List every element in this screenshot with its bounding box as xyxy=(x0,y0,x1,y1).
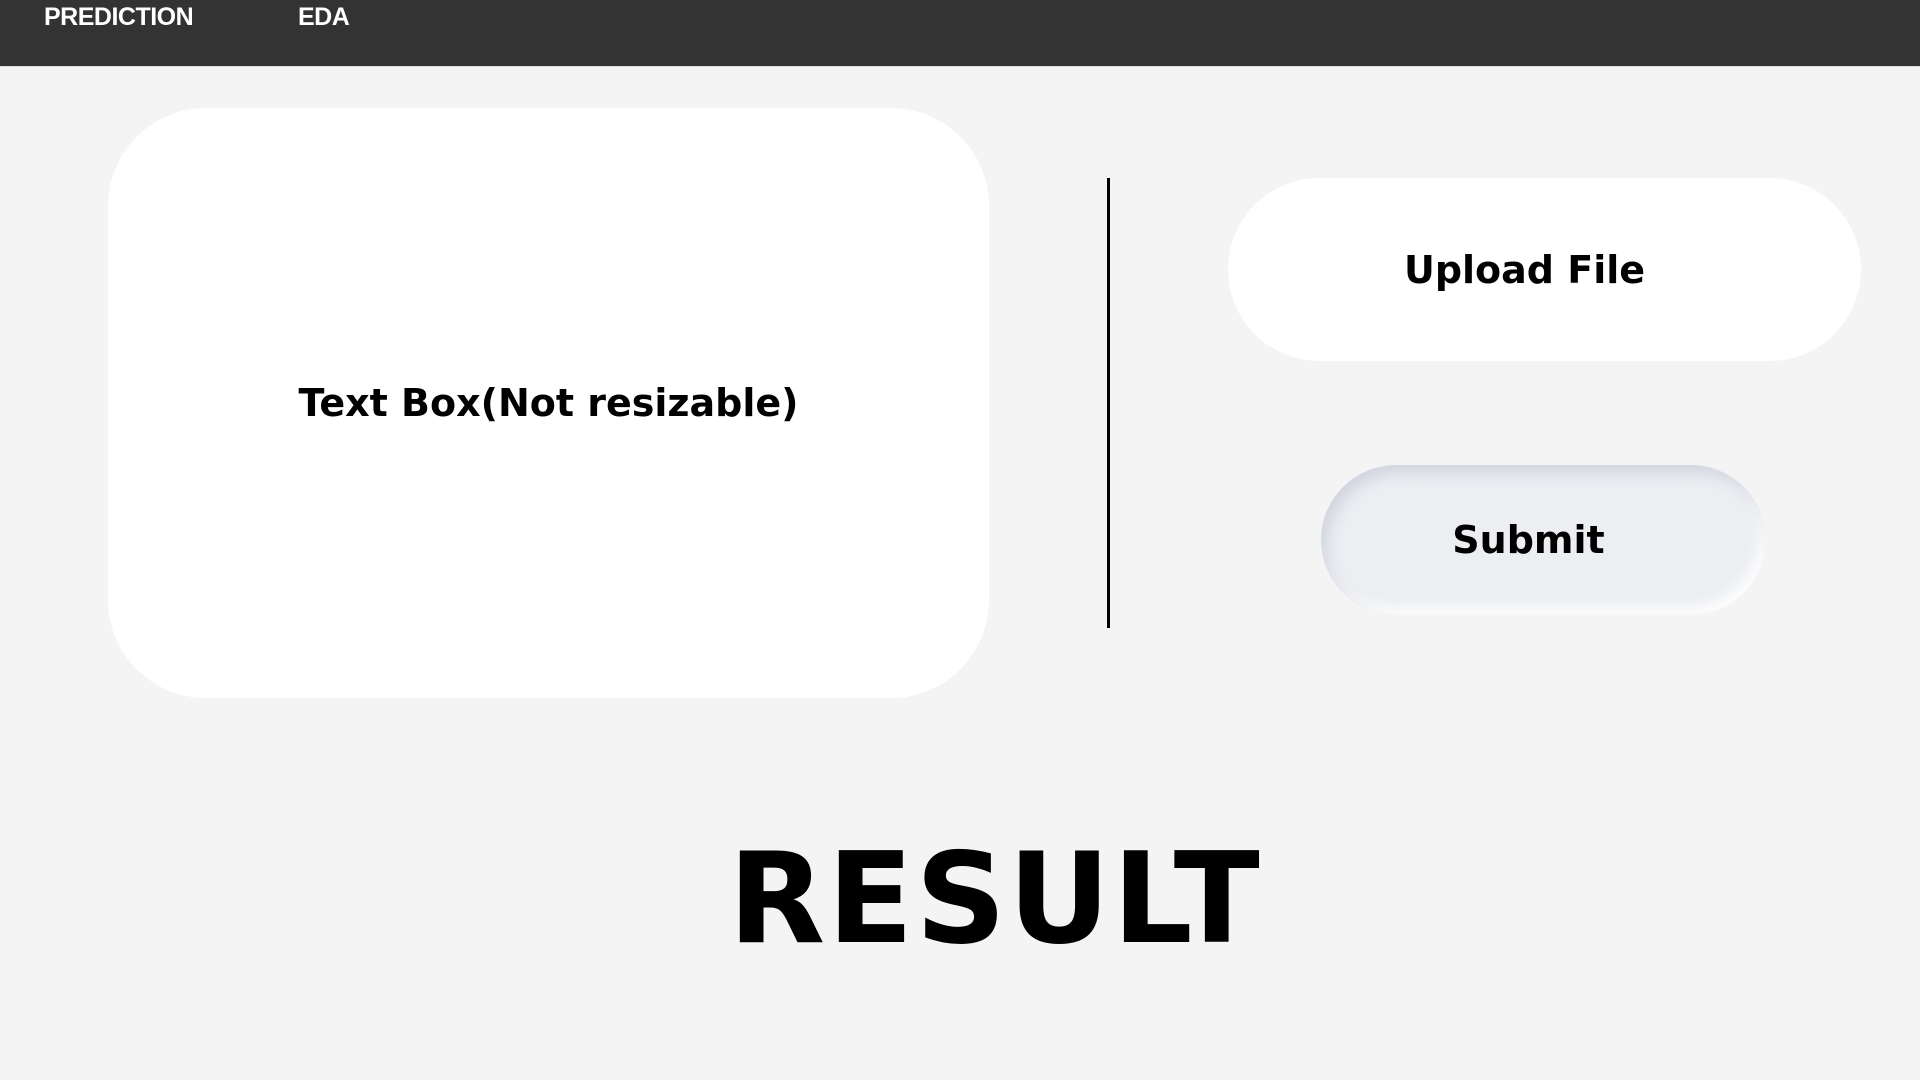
upload-file-button[interactable]: Upload File xyxy=(1228,178,1861,361)
upload-file-label: Upload File xyxy=(1403,247,1646,292)
submit-button[interactable]: Submit xyxy=(1321,465,1766,615)
vertical-divider xyxy=(1107,178,1110,628)
top-navbar: PREDICTION EDA xyxy=(0,0,1920,67)
nav-item-prediction[interactable]: PREDICTION xyxy=(44,3,194,32)
submit-label: Submit xyxy=(1452,518,1605,562)
text-box[interactable]: Text Box(Not resizable) xyxy=(108,108,989,698)
text-box-label: Text Box(Not resizable) xyxy=(298,381,799,425)
nav-item-eda[interactable]: EDA xyxy=(298,3,350,32)
result-heading: RESULT xyxy=(728,825,1262,972)
